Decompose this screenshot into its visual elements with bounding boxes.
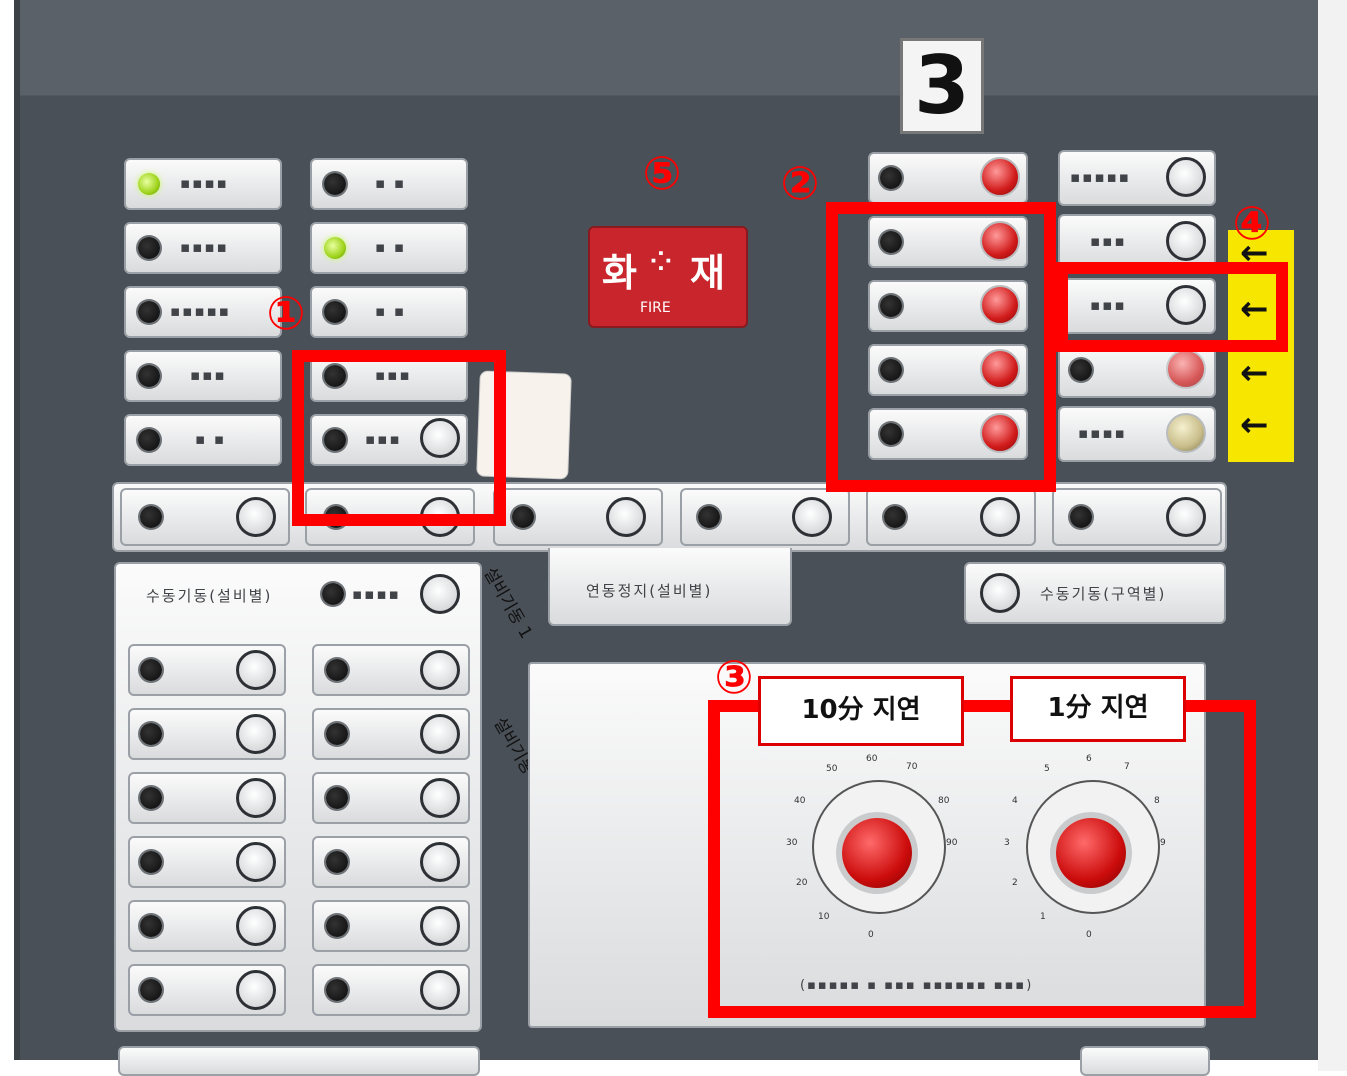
manual-button-l1[interactable] — [236, 650, 276, 690]
zone-number-display: 3 — [900, 38, 984, 134]
bottom-plate-left — [118, 1046, 480, 1076]
status-led-4 — [138, 365, 160, 387]
highlight-box-2 — [826, 202, 1056, 492]
manual-led-l2 — [140, 723, 162, 745]
strip-led-5 — [884, 506, 906, 528]
manual-led-l6 — [140, 979, 162, 1001]
manual-led-r1 — [326, 659, 348, 681]
strip-button-6[interactable] — [1166, 497, 1206, 537]
alarm-lamp-1 — [980, 157, 1020, 197]
strip-button-3[interactable] — [606, 497, 646, 537]
fire-sign-sub: FIRE — [640, 300, 671, 316]
strip-led-6 — [1070, 506, 1092, 528]
ctrl-button-2[interactable] — [1166, 221, 1206, 261]
timer-label-right-text: 1分 지연 — [1047, 693, 1149, 723]
manual-button-l4[interactable] — [236, 842, 276, 882]
bottom-plate-right — [1080, 1046, 1210, 1076]
manual-button-r3[interactable] — [420, 778, 460, 818]
manual-button-r1[interactable] — [420, 650, 460, 690]
manual-button-l6[interactable] — [236, 970, 276, 1010]
strip-button-5[interactable] — [980, 497, 1020, 537]
ctrl-label-5: ▪▪▪▪ — [1078, 424, 1127, 442]
ctrl-label-2: ▪▪▪ — [1090, 232, 1127, 250]
manual-led-r3 — [326, 787, 348, 809]
manual-button-r6[interactable] — [420, 970, 460, 1010]
arrow-left-icon: ← — [1240, 405, 1269, 445]
manual-master-led — [322, 583, 344, 605]
manual-button-r4[interactable] — [420, 842, 460, 882]
ctrl-label-1: ▪▪▪▪▪ — [1070, 168, 1131, 186]
manual-start-title: 수동기동(설비별) — [146, 587, 273, 605]
status-led-5 — [138, 429, 160, 451]
callout-1: ① — [266, 286, 306, 340]
callout-3: ③ — [714, 650, 754, 704]
status-led-1 — [138, 173, 160, 195]
manual-led-r2 — [326, 723, 348, 745]
ctrl-button-1[interactable] — [1166, 157, 1206, 197]
status-label-4: ▪▪▪ — [190, 366, 227, 384]
status-label-5: ▪ ▪ — [195, 430, 227, 448]
manual-button-l2[interactable] — [236, 714, 276, 754]
callout-2: ② — [780, 156, 820, 210]
highlight-box-1 — [292, 350, 506, 526]
callout-4: ④ — [1232, 196, 1272, 250]
background-edge — [1318, 0, 1347, 1071]
fire-sign: 화 ⁘ 재 FIRE — [588, 226, 748, 328]
manual-button-r2[interactable] — [420, 714, 460, 754]
manual-led-r4 — [326, 851, 348, 873]
manual-led-l5 — [140, 915, 162, 937]
status-led-2 — [138, 237, 160, 259]
status-label-1: ▪▪▪▪ — [180, 174, 229, 192]
fire-sign-right: 재 — [690, 251, 725, 295]
status-label-8: ▪ ▪ — [375, 302, 407, 320]
manual-led-l4 — [140, 851, 162, 873]
fire-sign-left: 화 — [602, 251, 637, 295]
manual-led-l1 — [140, 659, 162, 681]
status-label-6: ▪ ▪ — [375, 174, 407, 192]
status-label-7: ▪ ▪ — [375, 238, 407, 256]
zone-number: 3 — [914, 39, 970, 132]
strip-led-3 — [512, 506, 534, 528]
manual-zone-label: 수동기동(구역별) — [1040, 585, 1167, 603]
status-led-3 — [138, 301, 160, 323]
manual-button-l5[interactable] — [236, 906, 276, 946]
status-label-3: ▪▪▪▪▪ — [170, 302, 231, 320]
strip-button-1[interactable] — [236, 497, 276, 537]
ctrl-led-4 — [1070, 359, 1092, 381]
status-led-7 — [324, 237, 346, 259]
status-label-2: ▪▪▪▪ — [180, 238, 229, 256]
timer-label-left-text: 10分 지연 — [801, 695, 921, 725]
manual-led-r5 — [326, 915, 348, 937]
fire-icon: ⁘ — [645, 240, 677, 284]
status-led-6 — [324, 173, 346, 195]
manual-master-button[interactable] — [420, 574, 460, 614]
alarm-led-1 — [880, 167, 902, 189]
callout-5: ⑤ — [642, 146, 682, 200]
manual-zone-button[interactable] — [980, 573, 1020, 613]
status-led-8 — [324, 301, 346, 323]
interlock-stop-label: 연동정지(설비별) — [586, 582, 713, 600]
highlight-box-3 — [708, 700, 1256, 1018]
ctrl-lamp-4 — [1166, 349, 1206, 389]
manual-button-l3[interactable] — [236, 778, 276, 818]
timer-label-left-cover: 10分 지연 — [758, 676, 964, 746]
strip-led-1 — [140, 506, 162, 528]
manual-master-label: ▪▪▪▪ — [352, 585, 401, 603]
strip-led-4 — [698, 506, 720, 528]
manual-led-l3 — [140, 787, 162, 809]
highlight-box-4 — [1056, 262, 1288, 352]
manual-button-r5[interactable] — [420, 906, 460, 946]
timer-label-right-cover: 1分 지연 — [1010, 676, 1186, 742]
arrow-left-icon: ← — [1240, 353, 1269, 393]
strip-button-4[interactable] — [792, 497, 832, 537]
ctrl-lamp-5 — [1166, 413, 1206, 453]
manual-led-r6 — [326, 979, 348, 1001]
